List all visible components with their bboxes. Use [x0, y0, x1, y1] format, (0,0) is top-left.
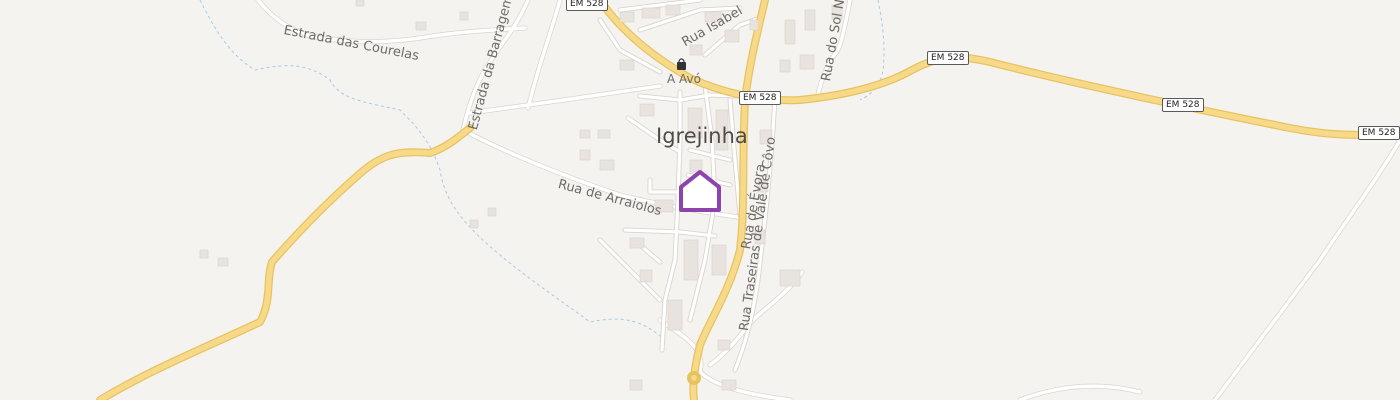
poi-label: A Avó [667, 72, 701, 86]
road-shield-em528: EM 528 [1162, 98, 1204, 112]
place-label: Igrejinha [656, 124, 748, 148]
map-canvas[interactable]: Igrejinha A Avó Estrada das Courelas Est… [0, 0, 1400, 400]
shop-bag-icon[interactable] [677, 58, 686, 70]
town-streets [598, 0, 762, 352]
map-base-layer [96, 0, 1400, 400]
road-shield-em528: EM 528 [566, 0, 608, 11]
road-shield-em528: EM 528 [927, 51, 969, 65]
road-shield-em528: EM 528 [1358, 126, 1400, 140]
road-shield-em528: EM 528 [739, 91, 781, 105]
